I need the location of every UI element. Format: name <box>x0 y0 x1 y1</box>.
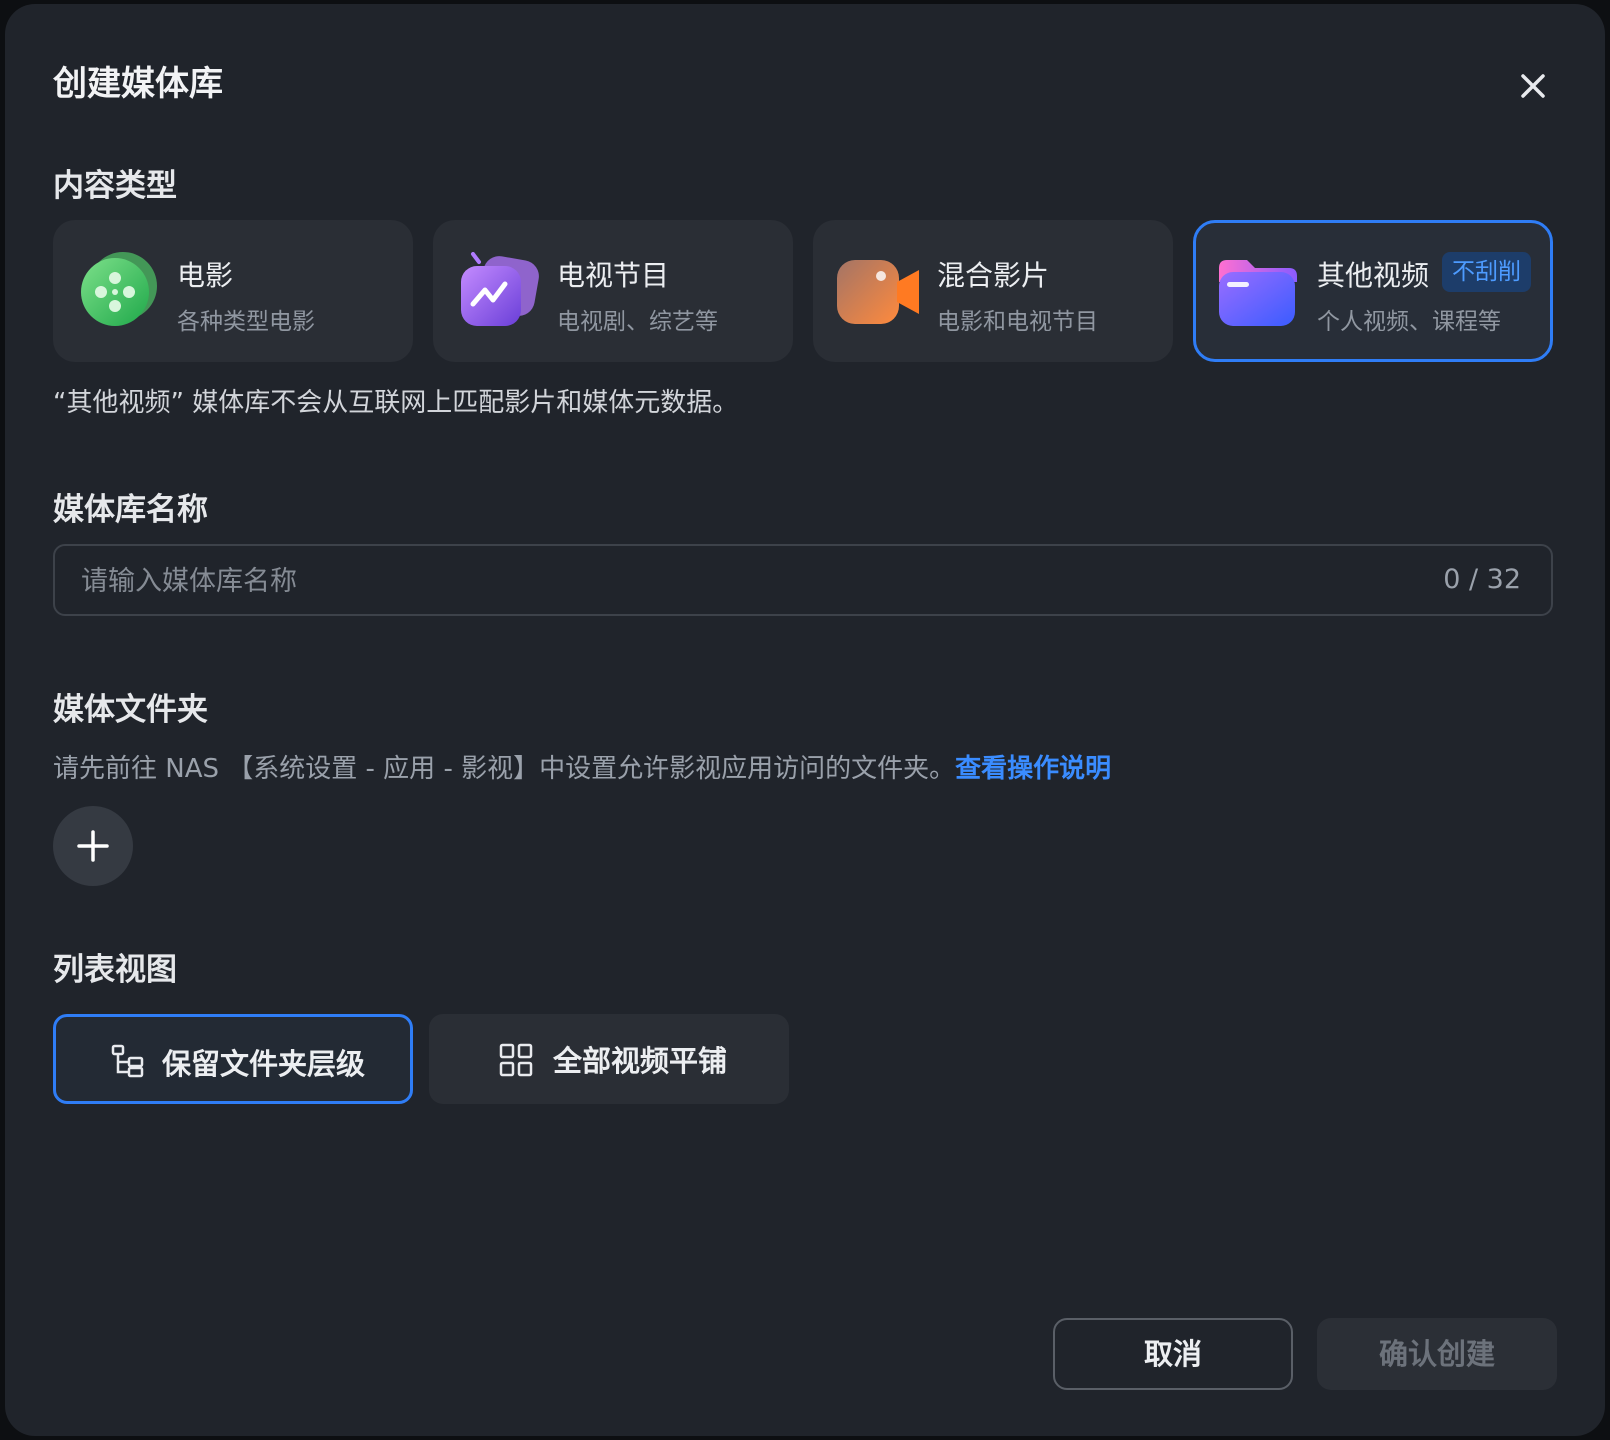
type-name: 电视节目 <box>557 259 670 292</box>
add-folder-button[interactable] <box>53 806 133 886</box>
view-option-flat[interactable]: 全部视频平铺 <box>429 1014 789 1104</box>
type-card-mixed[interactable]: 混合影片 电影和电视节目 <box>813 220 1173 362</box>
type-name: 电影 <box>177 259 234 292</box>
view-option-label: 全部视频平铺 <box>553 1044 728 1078</box>
type-card-other[interactable]: 其他视频 不刮削 个人视频、课程等 <box>1193 220 1553 362</box>
list-view-label: 列表视图 <box>53 952 177 988</box>
content-type-hint: “其他视频” 媒体库不会从互联网上匹配影片和媒体元数据。 <box>53 388 739 418</box>
type-desc: 电视剧、综艺等 <box>557 309 718 335</box>
close-button[interactable] <box>1513 66 1553 106</box>
video-camera-icon <box>837 260 919 324</box>
type-desc: 个人视频、课程等 <box>1317 309 1501 335</box>
confirm-create-button[interactable]: 确认创建 <box>1317 1318 1557 1390</box>
library-name-label: 媒体库名称 <box>53 492 208 528</box>
type-desc: 电影和电视节目 <box>937 309 1098 335</box>
content-type-label: 内容类型 <box>53 168 177 204</box>
type-desc: 各种类型电影 <box>177 309 315 335</box>
create-library-dialog: 创建媒体库 内容类型 电影 各种类型电影 电视节目 电视剧、综艺等 混合影片 电… <box>5 4 1605 1436</box>
cancel-button[interactable]: 取消 <box>1053 1318 1293 1390</box>
folder-icon <box>1219 260 1297 326</box>
plus-icon <box>77 830 109 862</box>
media-folder-hint: 请先前往 NAS 【系统设置 - 应用 - 影视】中设置允许影视应用访问的文件夹… <box>53 748 1111 785</box>
no-scrape-badge: 不刮削 <box>1442 252 1531 292</box>
view-option-label: 保留文件夹层级 <box>162 1047 366 1081</box>
library-name-input[interactable] <box>79 546 1363 616</box>
view-instructions-link[interactable]: 查看操作说明 <box>955 754 1111 784</box>
grid-icon <box>499 1043 533 1077</box>
type-card-tv[interactable]: 电视节目 电视剧、综艺等 <box>433 220 793 362</box>
tv-icon <box>461 252 539 326</box>
char-counter: 0 / 32 <box>1443 564 1521 595</box>
close-icon <box>1521 74 1545 98</box>
folder-tree-icon <box>111 1044 144 1078</box>
type-name: 混合影片 <box>937 259 1050 292</box>
type-name: 其他视频 <box>1317 259 1430 292</box>
view-option-keep-hierarchy[interactable]: 保留文件夹层级 <box>53 1014 413 1104</box>
media-folder-label: 媒体文件夹 <box>53 692 208 728</box>
film-reel-icon <box>81 252 157 326</box>
library-name-field-wrapper: 0 / 32 <box>53 544 1553 616</box>
type-card-movie[interactable]: 电影 各种类型电影 <box>53 220 413 362</box>
dialog-title: 创建媒体库 <box>53 64 223 104</box>
media-folder-hint-text: 请先前往 NAS 【系统设置 - 应用 - 影视】中设置允许影视应用访问的文件夹… <box>53 754 956 784</box>
